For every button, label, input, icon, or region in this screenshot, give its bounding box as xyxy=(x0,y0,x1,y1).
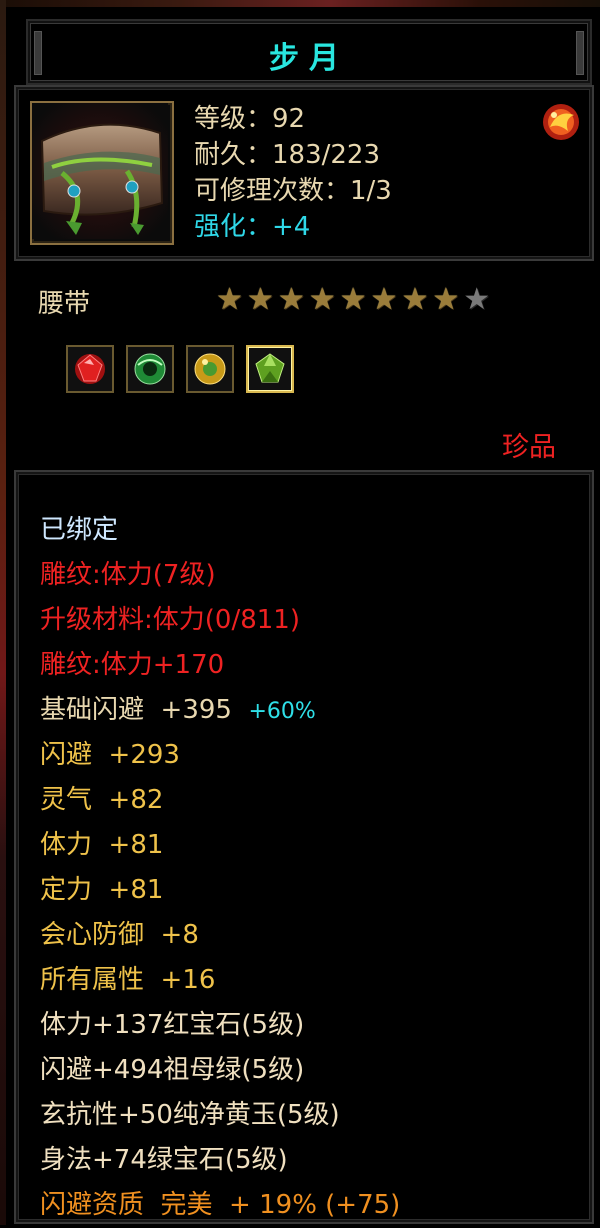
durability-text: 耐久：183/223 xyxy=(194,140,381,170)
gem-slot-1[interactable] xyxy=(66,345,114,393)
star-rating: ★ ★ ★ ★ ★ ★ ★ ★ ★ xyxy=(216,284,490,316)
enhance-text: 强化：+4 xyxy=(194,212,311,242)
star-filled-icon: ★ xyxy=(308,282,336,317)
aura-line: 灵气 +82 xyxy=(40,785,164,815)
attributes-box: 已绑定 雕纹:体力(7级) 升级材料:体力(0/811) 雕纹:体力+170 基… xyxy=(14,470,594,1224)
star-filled-icon: ★ xyxy=(401,282,429,317)
concentration-line: 定力 +81 xyxy=(40,875,164,905)
gem-bonus-line-1: 体力+137红宝石(5级) xyxy=(40,1010,305,1040)
engrave-bonus-line: 雕纹:体力+170 xyxy=(40,650,225,680)
star-filled-icon: ★ xyxy=(370,282,398,317)
upgrade-material-line: 升级材料:体力(0/811) xyxy=(40,605,300,635)
star-filled-icon: ★ xyxy=(432,282,460,317)
gem-slots xyxy=(66,345,294,393)
repair-count-text: 可修理次数：1/3 xyxy=(194,176,392,206)
base-dodge-text: 基础闪避 +395 xyxy=(40,695,232,725)
green-gem-icon xyxy=(255,353,285,383)
item-name: 步月 xyxy=(269,41,349,76)
gem-bonus-line-4: 身法+74绿宝石(5级) xyxy=(40,1145,288,1175)
attribute-list: 已绑定 雕纹:体力(7级) 升级材料:体力(0/811) 雕纹:体力+170 基… xyxy=(40,508,400,1228)
top-window-edge xyxy=(0,0,600,7)
gem-slot-2[interactable] xyxy=(126,345,174,393)
star-filled-icon: ★ xyxy=(277,282,305,317)
quality-line: 闪避资质 完美 + 19% (+75) xyxy=(40,1190,401,1220)
gem-bonus-line-3: 玄抗性+50纯净黄玉(5级) xyxy=(40,1100,340,1130)
emerald-ring-icon xyxy=(134,353,166,385)
level-text: 等级：92 xyxy=(194,104,306,134)
belt-icon xyxy=(30,101,174,245)
gem-bonus-line-2: 闪避+494祖母绿(5级) xyxy=(40,1055,305,1085)
base-dodge-line: 基础闪避 +395 +60% xyxy=(40,688,400,733)
base-stats: 等级：92 耐久：183/223 可修理次数：1/3 强化：+4 xyxy=(194,101,392,245)
star-empty-icon: ★ xyxy=(463,282,491,317)
fire-orb-icon xyxy=(540,101,582,143)
all-attributes-line: 所有属性 +16 xyxy=(40,965,216,995)
item-tooltip-panel: 步月 等级：92 耐久：183/223 可修理次数：1/3 强化：+4 腰带 ★… xyxy=(6,7,600,1225)
crit-defense-line: 会心防御 +8 xyxy=(40,920,199,950)
dodge-line: 闪避 +293 xyxy=(40,740,180,770)
star-filled-icon: ★ xyxy=(216,282,243,317)
ruby-gem-icon xyxy=(75,354,105,384)
gem-slot-3[interactable] xyxy=(186,345,234,393)
star-filled-icon: ★ xyxy=(246,282,274,317)
bound-status: 已绑定 xyxy=(40,515,119,545)
item-type: 腰带 xyxy=(38,289,91,319)
title-bar: 步月 xyxy=(26,19,592,85)
engrave-line: 雕纹:体力(7级) xyxy=(40,560,216,590)
base-dodge-bonus: +60% xyxy=(248,699,316,724)
item-header: 等级：92 耐久：183/223 可修理次数：1/3 强化：+4 xyxy=(14,85,594,261)
stamina-line: 体力 +81 xyxy=(40,830,164,860)
star-filled-icon: ★ xyxy=(339,282,367,317)
rarity-label: 珍品 xyxy=(502,432,556,463)
yellow-jade-icon xyxy=(194,353,226,385)
gem-slot-4[interactable] xyxy=(246,345,294,393)
